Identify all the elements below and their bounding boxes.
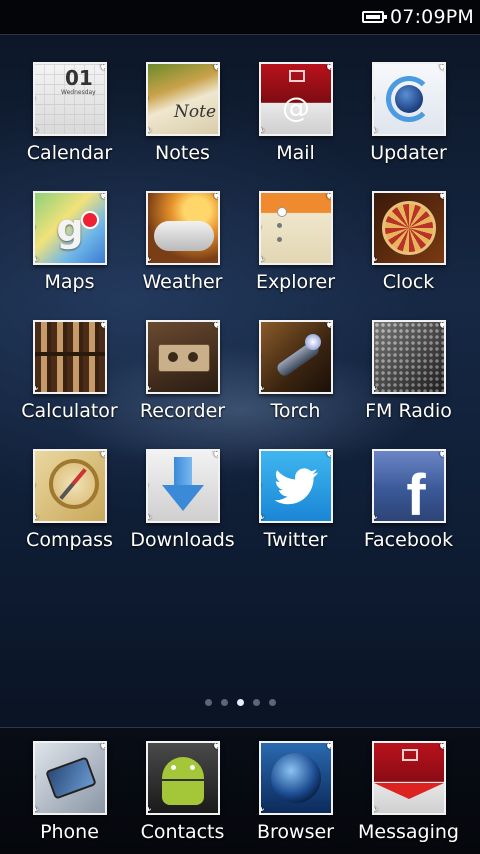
app-mail[interactable]: @ ❦❧✿ Mail xyxy=(239,56,352,185)
app-label: Browser xyxy=(257,821,334,843)
app-maps[interactable]: g ❦❧✿ Maps xyxy=(13,185,126,314)
app-label: Notes xyxy=(155,142,210,164)
app-label: Torch xyxy=(270,400,321,422)
app-weather[interactable]: ❦❧✿ Weather xyxy=(126,185,239,314)
weather-icon: ❦❧✿ xyxy=(146,191,220,265)
calculator-icon: ❦❧✿ xyxy=(33,320,107,394)
battery-full-icon xyxy=(362,11,387,23)
app-recorder[interactable]: ❦❧✿ Recorder xyxy=(126,314,239,443)
dock-messaging[interactable]: ❦❧✿ Messaging xyxy=(352,735,465,853)
app-compass[interactable]: ❦❧✿ Compass xyxy=(13,443,126,572)
app-label: Contacts xyxy=(140,821,225,843)
mail-icon: @ ❦❧✿ xyxy=(259,62,333,136)
app-grid: 01 Wednesday ❦❧✿ Calendar Note ❦❧✿ Notes… xyxy=(0,56,480,572)
app-clock[interactable]: ❦❧✿ Clock xyxy=(352,185,465,314)
status-bar: 07:09PM xyxy=(0,0,480,35)
app-label: FM Radio xyxy=(365,400,452,422)
dock-browser[interactable]: ❦❧✿ Browser xyxy=(239,735,352,853)
twitter-icon: ❦❧✿ xyxy=(259,449,333,523)
app-torch[interactable]: ❦❧✿ Torch xyxy=(239,314,352,443)
app-label: Updater xyxy=(370,142,447,164)
status-time: 07:09PM xyxy=(390,6,475,28)
app-label: Downloads xyxy=(130,529,235,551)
torch-icon: ❦❧✿ xyxy=(259,320,333,394)
downloads-icon: ❦❧✿ xyxy=(146,449,220,523)
calendar-day-name: Wednesday xyxy=(61,89,96,96)
page-dot[interactable] xyxy=(220,699,228,706)
maps-icon: g ❦❧✿ xyxy=(33,191,107,265)
explorer-icon: ❦❧✿ xyxy=(259,191,333,265)
app-notes[interactable]: Note ❦❧✿ Notes xyxy=(126,56,239,185)
app-twitter[interactable]: ❦❧✿ Twitter xyxy=(239,443,352,572)
page-dot[interactable] xyxy=(204,699,212,706)
app-label: Messaging xyxy=(358,821,459,843)
dock: ❦❧✿ Phone ❦❧✿ Contacts ❦❧✿ Browser xyxy=(0,727,480,854)
facebook-icon: f ❦❧✿ xyxy=(372,449,446,523)
app-fm-radio[interactable]: ❦❧✿ FM Radio xyxy=(352,314,465,443)
app-downloads[interactable]: ❦❧✿ Downloads xyxy=(126,443,239,572)
app-calendar[interactable]: 01 Wednesday ❦❧✿ Calendar xyxy=(13,56,126,185)
app-label: Weather xyxy=(142,271,223,293)
updater-icon: ❦❧✿ xyxy=(372,62,446,136)
app-label: Maps xyxy=(44,271,95,293)
app-label: Compass xyxy=(26,529,113,551)
phone-icon: ❦❧✿ xyxy=(33,741,107,815)
messaging-icon: ❦❧✿ xyxy=(372,741,446,815)
app-label: Mail xyxy=(276,142,315,164)
app-label: Twitter xyxy=(263,529,328,551)
compass-icon: ❦❧✿ xyxy=(33,449,107,523)
notes-note-text: Note xyxy=(174,102,217,122)
app-label: Calculator xyxy=(21,400,118,422)
recorder-icon: ❦❧✿ xyxy=(146,320,220,394)
app-explorer[interactable]: ❦❧✿ Explorer xyxy=(239,185,352,314)
notes-icon: Note ❦❧✿ xyxy=(146,62,220,136)
calendar-icon: 01 Wednesday ❦❧✿ xyxy=(33,62,107,136)
fm-radio-icon: ❦❧✿ xyxy=(372,320,446,394)
dock-contacts[interactable]: ❦❧✿ Contacts xyxy=(126,735,239,853)
page-indicator xyxy=(0,699,480,709)
app-calculator[interactable]: ❦❧✿ Calculator xyxy=(13,314,126,443)
app-label: Recorder xyxy=(139,400,226,422)
calendar-date-number: 01 xyxy=(65,66,93,90)
app-updater[interactable]: ❦❧✿ Updater xyxy=(352,56,465,185)
app-label: Explorer xyxy=(255,271,336,293)
contacts-icon: ❦❧✿ xyxy=(146,741,220,815)
browser-icon: ❦❧✿ xyxy=(259,741,333,815)
page-dot-active[interactable] xyxy=(236,699,244,706)
page-dot[interactable] xyxy=(252,699,260,706)
app-label: Facebook xyxy=(363,529,454,551)
clock-icon: ❦❧✿ xyxy=(372,191,446,265)
app-label: Clock xyxy=(382,271,435,293)
app-facebook[interactable]: f ❦❧✿ Facebook xyxy=(352,443,465,572)
dock-phone[interactable]: ❦❧✿ Phone xyxy=(13,735,126,853)
app-label: Calendar xyxy=(26,142,113,164)
page-dot[interactable] xyxy=(268,699,276,706)
app-label: Phone xyxy=(40,821,99,843)
